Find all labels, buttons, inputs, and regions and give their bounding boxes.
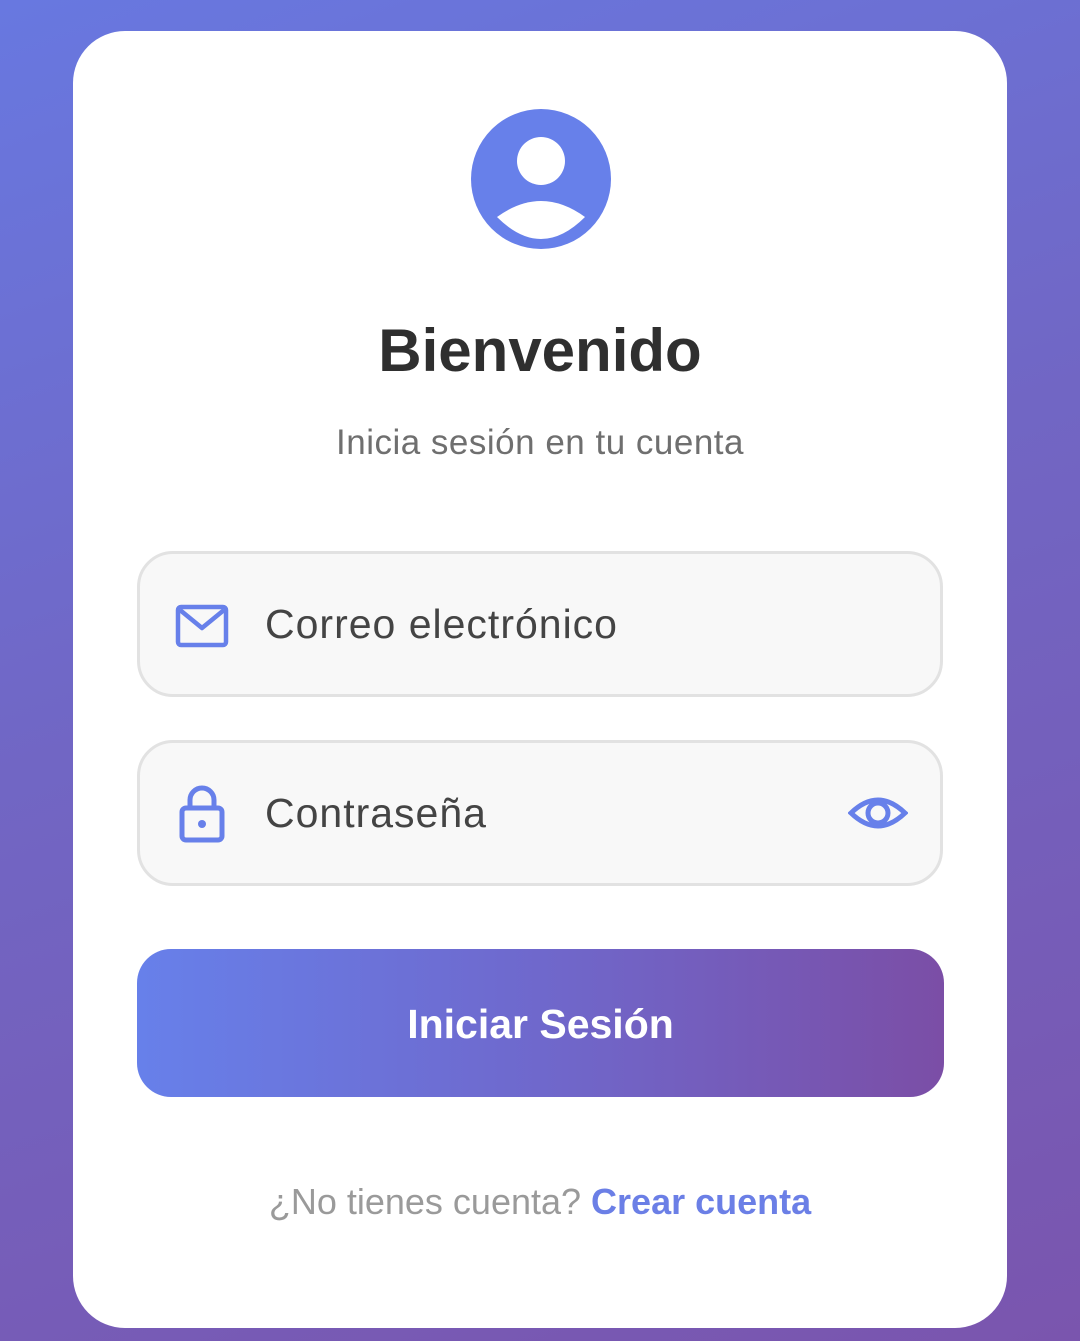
signup-prompt: ¿No tienes cuenta? Crear cuenta: [73, 1179, 1007, 1225]
email-field[interactable]: Correo electrónico: [137, 551, 943, 697]
page-subtitle: Inicia sesión en tu cuenta: [336, 423, 744, 462]
eye-icon[interactable]: [848, 783, 908, 843]
login-button[interactable]: Iniciar Sesión: [137, 949, 944, 1097]
login-card: Bienvenido Inicia sesión en tu cuenta Co…: [73, 31, 1007, 1328]
email-placeholder: Correo electrónico: [265, 601, 618, 647]
password-placeholder: Contraseña: [265, 790, 487, 836]
lock-icon: [179, 785, 225, 843]
page-title: Bienvenido: [378, 317, 702, 384]
create-account-link[interactable]: Crear cuenta: [591, 1181, 811, 1222]
password-field[interactable]: Contraseña: [137, 740, 943, 886]
user-avatar-icon: [471, 109, 611, 249]
signup-question: ¿No tienes cuenta?: [268, 1181, 592, 1222]
mail-icon: [175, 604, 229, 648]
